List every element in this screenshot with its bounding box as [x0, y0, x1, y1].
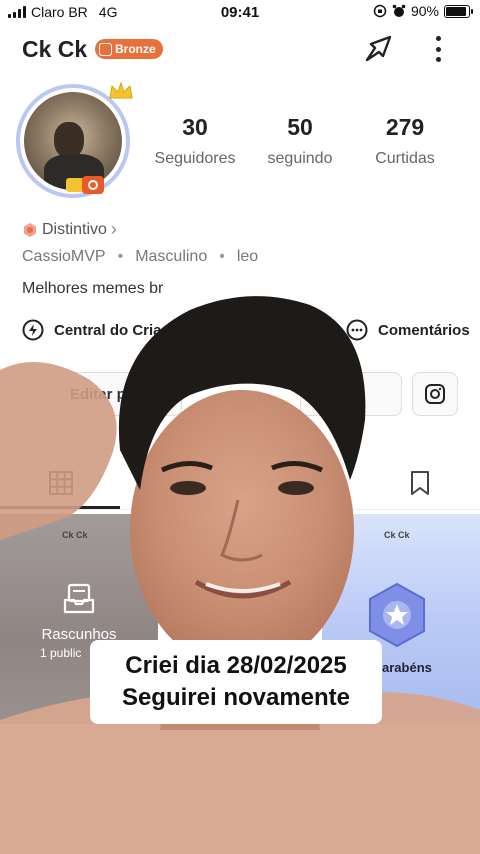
following-label: seguindo: [267, 150, 333, 167]
profile-name: Ck Ck: [22, 36, 88, 62]
video-caption: Criei dia 28/02/2025 Seguirei novamente: [90, 640, 382, 724]
distintivo-link[interactable]: Distintivo ›: [22, 219, 117, 240]
likes-label: Curtidas: [375, 150, 435, 167]
separator-dot: •: [117, 248, 124, 265]
content-tabs: [0, 458, 480, 510]
comment-icon: [346, 319, 368, 341]
followers-stat[interactable]: 30 Seguidores: [140, 114, 250, 168]
status-bar: Claro BR 4G 09:41 90%: [0, 0, 480, 26]
edit-profile-button[interactable]: Editar pe: [22, 372, 182, 416]
creator-center-button[interactable]: Central do Criado: [22, 319, 180, 341]
profile-header: Ck Ck Bronze: [0, 30, 480, 70]
rotation-lock-icon: [373, 4, 387, 18]
tag-item: Masculino: [135, 248, 208, 265]
comments-button[interactable]: Comentários: [346, 319, 470, 341]
profile-tags: CassioMVP • Masculino • leo: [22, 248, 258, 266]
profile-bio: Melhores memes br: [22, 280, 164, 297]
comments-label: Comentários: [378, 321, 470, 339]
distintivo-icon: [24, 222, 36, 237]
card-header: Ck Ck: [384, 530, 410, 540]
following-stat[interactable]: 50 seguindo: [245, 114, 355, 168]
edit-profile-label: Editar pe: [69, 385, 135, 403]
crown-icon: [109, 81, 133, 99]
bronze-badge[interactable]: Bronze: [95, 39, 163, 59]
caption-line-2: Seguirei novamente: [121, 684, 351, 711]
drafts-icon: [63, 583, 95, 614]
avatar[interactable]: [16, 81, 133, 198]
creator-center-label: Central do Criado: [54, 321, 180, 339]
caption-line-1: Criei dia 28/02/2025: [125, 652, 347, 679]
status-right: 90%: [373, 3, 473, 19]
following-count: 50: [287, 114, 313, 140]
chevron-right-icon: ›: [110, 219, 117, 239]
badge-label: Bronze: [115, 42, 156, 56]
badge-icon: [99, 42, 112, 56]
followers-label: Seguidores: [154, 150, 236, 167]
tag-item: CassioMVP: [22, 248, 106, 265]
grid-icon[interactable]: [48, 470, 74, 496]
congrats-text: arabéns: [382, 660, 432, 675]
more-options-icon[interactable]: [428, 34, 448, 64]
separator-dot: •: [219, 248, 225, 265]
followers-count: 30: [182, 114, 208, 140]
friends-label: gos: [337, 385, 365, 403]
friends-button[interactable]: gos: [300, 372, 402, 416]
drafts-count: 1 public: [40, 646, 82, 660]
likes-count: 279: [385, 114, 425, 140]
lightning-icon: [22, 319, 44, 341]
battery-icon: [444, 4, 473, 18]
camera-badge-icon: [66, 176, 104, 194]
likes-stat[interactable]: 279 Curtidas: [350, 114, 460, 168]
active-tab-indicator: [0, 506, 120, 509]
card-header: Ck Ck: [62, 530, 88, 540]
battery-percent: 90%: [410, 3, 439, 19]
tag-item: leo: [236, 248, 259, 265]
distintivo-label: Distintivo: [42, 220, 107, 238]
alarm-icon: [392, 4, 406, 17]
instagram-icon: [425, 384, 445, 404]
instagram-button[interactable]: [412, 372, 458, 416]
bookmark-icon[interactable]: [408, 470, 432, 496]
share-icon[interactable]: [362, 32, 396, 66]
